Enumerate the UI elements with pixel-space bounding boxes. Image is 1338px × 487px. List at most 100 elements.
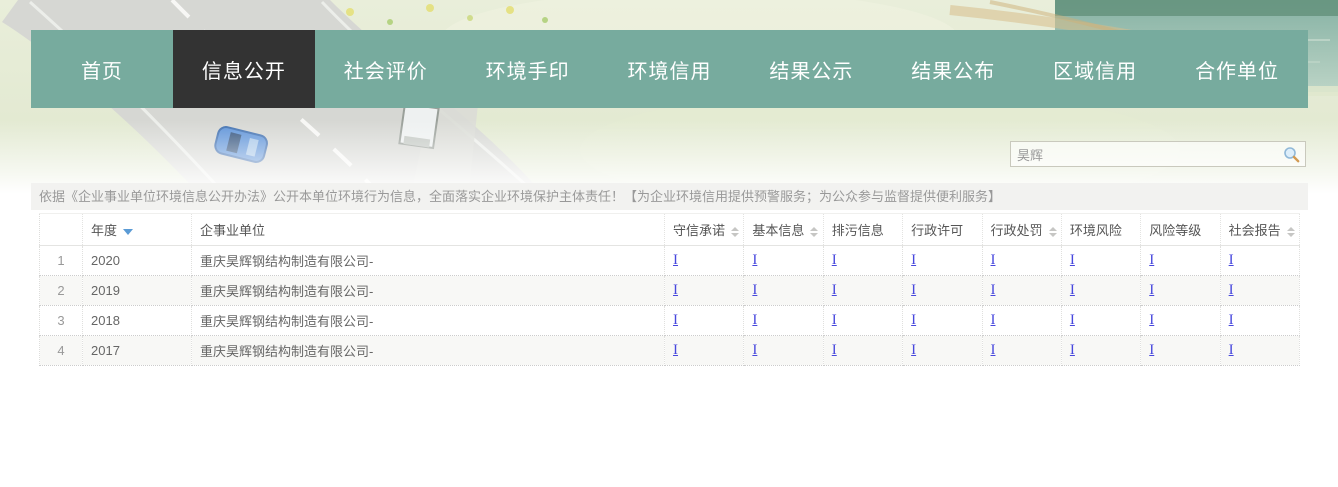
info-link-integrity-commitment[interactable]: I [673, 342, 678, 358]
info-link-env-risk[interactable]: I [1070, 312, 1075, 328]
link-cell-integrity-commitment: I [665, 336, 744, 366]
nav-item-env-handprint[interactable]: 环境手印 [457, 30, 599, 108]
column-header-social-report[interactable]: 社会报告 [1220, 214, 1299, 246]
search-input[interactable] [1011, 147, 1283, 162]
year-cell: 2017 [83, 336, 192, 366]
info-link-env-risk[interactable]: I [1070, 282, 1075, 298]
info-link-social-report[interactable]: I [1229, 282, 1234, 298]
main-nav: 首页信息公开社会评价环境手印环境信用结果公示结果公布区域信用合作单位 [31, 30, 1308, 108]
company-cell: 重庆昊辉钢结构制造有限公司- [192, 246, 665, 276]
link-cell-social-report: I [1220, 336, 1299, 366]
info-link-basic-info[interactable]: I [752, 312, 757, 328]
sort-icon [810, 227, 818, 237]
info-link-admin-penalty[interactable]: I [991, 252, 996, 268]
sort-icon [1049, 227, 1057, 237]
notice-text: 依据《企业事业单位环境信息公开办法》公开本单位环境行为信息，全面落实企业环境保护… [31, 183, 1308, 210]
column-label: 排污信息 [832, 223, 884, 238]
info-link-admin-penalty[interactable]: I [991, 342, 996, 358]
info-link-social-report[interactable]: I [1229, 342, 1234, 358]
link-cell-social-report: I [1220, 306, 1299, 336]
nav-item-result-publicity[interactable]: 结果公示 [740, 30, 882, 108]
link-cell-risk-level: I [1141, 276, 1220, 306]
link-cell-pollution-discharge: I [823, 246, 902, 276]
nav-item-result-release[interactable]: 结果公布 [882, 30, 1024, 108]
column-label: 环境风险 [1070, 223, 1122, 238]
records-table-wrap: 年度企事业单位守信承诺基本信息排污信息行政许可行政处罚环境风险风险等级社会报告 … [39, 213, 1300, 366]
info-link-risk-level[interactable]: I [1149, 282, 1154, 298]
link-cell-admin-penalty: I [982, 246, 1061, 276]
nav-item-regional-credit[interactable]: 区域信用 [1024, 30, 1166, 108]
sort-icon [731, 227, 739, 237]
nav-item-social-evaluation[interactable]: 社会评价 [315, 30, 457, 108]
info-link-basic-info[interactable]: I [752, 282, 757, 298]
info-link-integrity-commitment[interactable]: I [673, 312, 678, 328]
link-cell-basic-info: I [744, 246, 823, 276]
column-header-risk-level: 风险等级 [1141, 214, 1220, 246]
link-cell-basic-info: I [744, 306, 823, 336]
company-cell: 重庆昊辉钢结构制造有限公司- [192, 306, 665, 336]
link-cell-risk-level: I [1141, 336, 1220, 366]
table-row: 22019重庆昊辉钢结构制造有限公司-IIIIIIII [40, 276, 1300, 306]
info-link-admin-permit[interactable]: I [911, 252, 916, 268]
info-link-risk-level[interactable]: I [1149, 252, 1154, 268]
link-cell-admin-penalty: I [982, 276, 1061, 306]
info-link-risk-level[interactable]: I [1149, 342, 1154, 358]
column-label: 行政处罚 [991, 223, 1043, 238]
records-table: 年度企事业单位守信承诺基本信息排污信息行政许可行政处罚环境风险风险等级社会报告 … [39, 213, 1300, 366]
column-header-year[interactable]: 年度 [83, 214, 192, 246]
link-cell-admin-penalty: I [982, 306, 1061, 336]
info-link-pollution-discharge[interactable]: I [832, 342, 837, 358]
link-cell-integrity-commitment: I [665, 246, 744, 276]
nav-item-partners[interactable]: 合作单位 [1166, 30, 1308, 108]
info-link-risk-level[interactable]: I [1149, 312, 1154, 328]
info-link-integrity-commitment[interactable]: I [673, 282, 678, 298]
info-link-basic-info[interactable]: I [752, 342, 757, 358]
column-label: 年度 [91, 223, 117, 238]
info-link-social-report[interactable]: I [1229, 252, 1234, 268]
link-cell-env-risk: I [1061, 336, 1140, 366]
link-cell-admin-permit: I [903, 246, 982, 276]
link-cell-admin-permit: I [903, 276, 982, 306]
link-cell-admin-permit: I [903, 336, 982, 366]
info-link-admin-penalty[interactable]: I [991, 282, 996, 298]
link-cell-env-risk: I [1061, 276, 1140, 306]
row-number: 1 [40, 246, 83, 276]
column-header-admin-permit: 行政许可 [903, 214, 982, 246]
info-link-pollution-discharge[interactable]: I [832, 252, 837, 268]
row-number: 4 [40, 336, 83, 366]
sort-icon [1287, 227, 1295, 237]
info-link-social-report[interactable]: I [1229, 312, 1234, 328]
link-cell-admin-penalty: I [982, 336, 1061, 366]
nav-item-env-credit[interactable]: 环境信用 [599, 30, 741, 108]
link-cell-social-report: I [1220, 276, 1299, 306]
column-header-admin-penalty[interactable]: 行政处罚 [982, 214, 1061, 246]
column-header-basic-info[interactable]: 基本信息 [744, 214, 823, 246]
info-link-pollution-discharge[interactable]: I [832, 312, 837, 328]
table-row: 32018重庆昊辉钢结构制造有限公司-IIIIIIII [40, 306, 1300, 336]
info-link-admin-permit[interactable]: I [911, 282, 916, 298]
info-link-env-risk[interactable]: I [1070, 252, 1075, 268]
column-header-rownum [40, 214, 83, 246]
nav-item-info-disclosure[interactable]: 信息公开 [173, 30, 315, 108]
column-label: 社会报告 [1229, 223, 1281, 238]
info-link-integrity-commitment[interactable]: I [673, 252, 678, 268]
column-header-pollution-discharge: 排污信息 [823, 214, 902, 246]
link-cell-admin-permit: I [903, 306, 982, 336]
link-cell-pollution-discharge: I [823, 336, 902, 366]
column-header-integrity-commitment[interactable]: 守信承诺 [665, 214, 744, 246]
info-link-pollution-discharge[interactable]: I [832, 282, 837, 298]
year-cell: 2020 [83, 246, 192, 276]
table-header-row: 年度企事业单位守信承诺基本信息排污信息行政许可行政处罚环境风险风险等级社会报告 [40, 214, 1300, 246]
info-link-env-risk[interactable]: I [1070, 342, 1075, 358]
search-box [1010, 141, 1306, 167]
info-link-admin-penalty[interactable]: I [991, 312, 996, 328]
content-panel: 依据《企业事业单位环境信息公开办法》公开本单位环境行为信息，全面落实企业环境保护… [31, 183, 1308, 487]
link-cell-env-risk: I [1061, 306, 1140, 336]
row-number: 3 [40, 306, 83, 336]
nav-item-home[interactable]: 首页 [31, 30, 173, 108]
info-link-admin-permit[interactable]: I [911, 312, 916, 328]
info-link-basic-info[interactable]: I [752, 252, 757, 268]
search-icon[interactable] [1283, 146, 1300, 163]
info-link-admin-permit[interactable]: I [911, 342, 916, 358]
table-row: 42017重庆昊辉钢结构制造有限公司-IIIIIIII [40, 336, 1300, 366]
